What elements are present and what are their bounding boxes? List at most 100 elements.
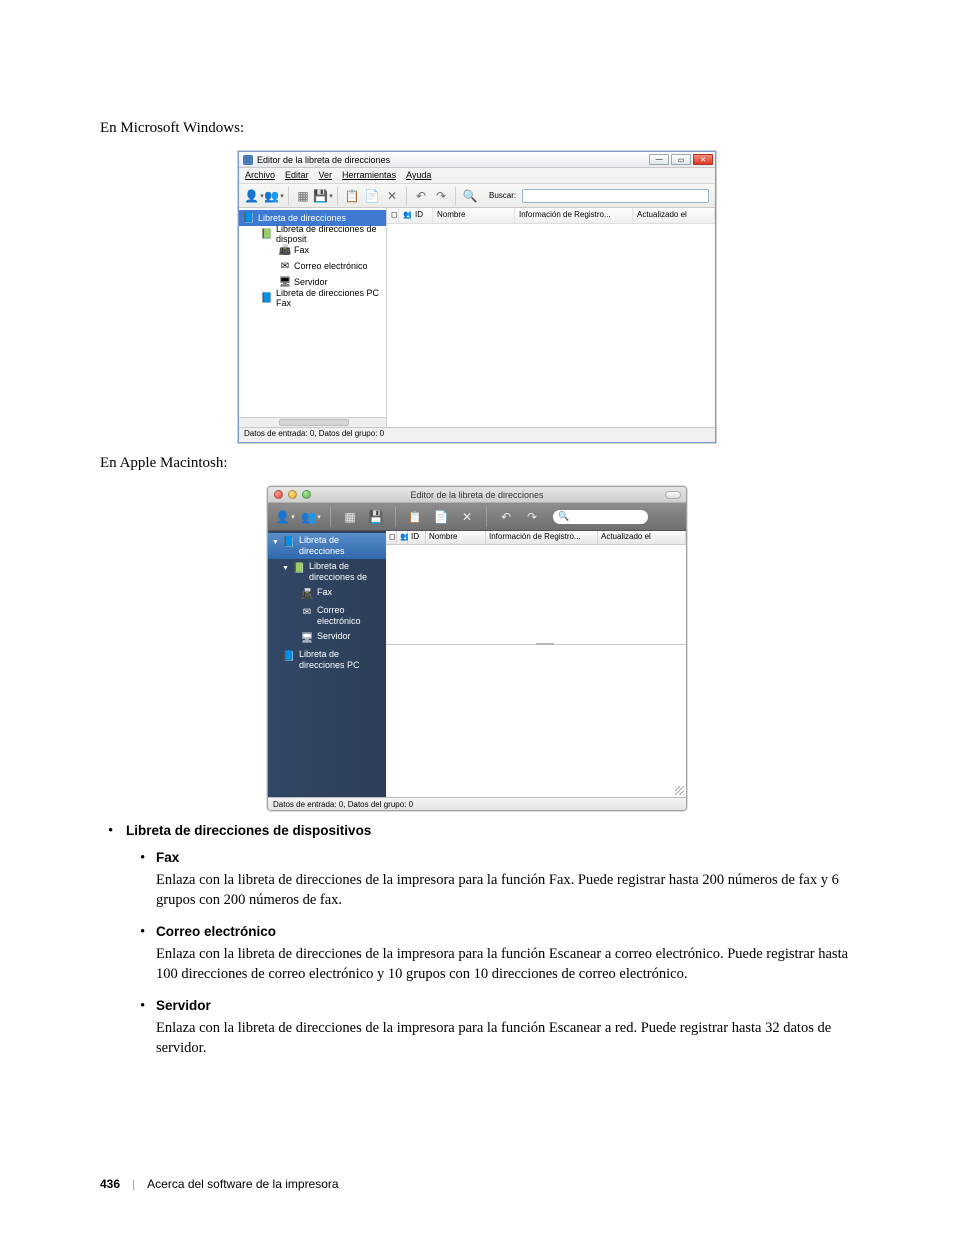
col-group-icon[interactable]: 👥 [397, 531, 408, 544]
col-id[interactable]: ID [411, 208, 433, 223]
bullet-heading-device: Libreta de direcciones de dispositivos [126, 823, 371, 838]
find-icon[interactable]: 🔍 [461, 187, 479, 205]
undo-icon[interactable]: ↶ [495, 507, 517, 527]
menu-ver[interactable]: Ver [319, 170, 333, 181]
new-group-icon[interactable]: 👥 [265, 187, 283, 205]
intro-mac: En Apple Macintosh: [100, 455, 854, 472]
tree-root[interactable]: ▼ 📘 Libreta de direcciones [268, 533, 386, 559]
footer-separator: | [132, 1177, 135, 1191]
edit-icon[interactable]: ▦ [294, 187, 312, 205]
paste-icon[interactable]: 📄 [363, 187, 381, 205]
col-info[interactable]: Información de Registro... [515, 208, 633, 223]
tree-server[interactable]: 🖥 Servidor [268, 629, 386, 647]
minimize-button[interactable] [288, 490, 297, 499]
menu-archivo[interactable]: Archivo [245, 170, 275, 181]
col-info[interactable]: Información de Registro... [486, 531, 598, 544]
tree-pcfax-label: Libreta de direcciones PC [299, 649, 386, 671]
redo-icon[interactable]: ↷ [432, 187, 450, 205]
tree-email-label: Correo electrónico [317, 605, 386, 627]
menu-herramientas[interactable]: Herramientas [342, 170, 396, 181]
disclosure-triangle-icon[interactable]: ▼ [282, 563, 289, 574]
search-input[interactable]: 🔍 [553, 510, 648, 524]
tree-root-label: Libreta de direcciones [258, 213, 346, 223]
server-icon: 🖥 [279, 276, 291, 288]
col-upd[interactable]: Actualizado el [633, 208, 715, 223]
email-icon: ✉ [300, 605, 314, 619]
fax-icon: 📠 [279, 244, 291, 256]
tree-email-label: Correo electrónico [294, 261, 368, 271]
tree-device-label: Libreta de direcciones de disposit [276, 224, 386, 244]
tree-device-label: Libreta de direcciones de [309, 561, 386, 583]
search-icon: 🔍 [558, 511, 569, 522]
col-nombre[interactable]: Nombre [433, 208, 515, 223]
bullet-text-fax: Enlaza con la libreta de direcciones de … [156, 871, 854, 910]
tree-scrollbar[interactable] [239, 417, 386, 427]
menu-editar[interactable]: Editar [285, 170, 309, 181]
tree-fax[interactable]: 📠 Fax [268, 585, 386, 603]
tree-email[interactable]: ✉ Correo electrónico [239, 258, 386, 274]
copy-icon[interactable]: 📋 [404, 507, 426, 527]
search-input[interactable] [522, 189, 709, 203]
bullet-heading-fax: Fax [156, 850, 854, 865]
list-header: ◻ 👥 ID Nombre Información de Registro...… [386, 531, 686, 545]
bullet-heading-email: Correo electrónico [156, 924, 854, 939]
tree-pcfax-label: Libreta de direcciones PC Fax [276, 288, 386, 308]
col-entry-icon[interactable]: ◻ [387, 208, 399, 223]
col-id[interactable]: ID [408, 531, 426, 544]
undo-icon[interactable]: ↶ [412, 187, 430, 205]
tree-device[interactable]: ▼ 📗 Libreta de direcciones de [268, 559, 386, 585]
pcfax-icon: 📘 [282, 649, 296, 663]
book-icon: 📘 [243, 212, 255, 224]
col-nombre[interactable]: Nombre [426, 531, 486, 544]
col-upd[interactable]: Actualizado el [598, 531, 686, 544]
minimize-button[interactable]: — [649, 154, 669, 165]
save-icon[interactable]: 💾 [314, 187, 332, 205]
screenshot-mac: Editor de la libreta de direcciones 👤 👥 … [100, 486, 854, 811]
delete-icon[interactable]: ✕ [383, 187, 401, 205]
tree-pcfax[interactable]: 📘 Libreta de direcciones PC [268, 647, 386, 673]
paste-icon[interactable]: 📄 [430, 507, 452, 527]
search-label: Buscar: [489, 191, 516, 200]
server-icon: 🖥 [300, 631, 314, 645]
copy-icon[interactable]: 📋 [343, 187, 361, 205]
menu-ayuda[interactable]: Ayuda [406, 170, 431, 181]
toolbar: 👤 👥 ▦ 💾 📋 📄 ✕ ↶ ↷ 🔍 Buscar: [239, 184, 715, 208]
close-button[interactable]: ✕ [693, 154, 713, 165]
tree-server-label: Servidor [317, 631, 351, 642]
device-icon: 📗 [292, 561, 306, 575]
maximize-button[interactable]: ▭ [671, 154, 691, 165]
delete-icon[interactable]: ✕ [456, 507, 478, 527]
toolbar: 👤 👥 ▦ 💾 📋 📄 ✕ ↶ ↷ 🔍 [268, 503, 686, 531]
list-lower-pane [386, 645, 686, 797]
bullet-heading-server: Servidor [156, 998, 854, 1013]
zoom-button[interactable] [302, 490, 311, 499]
col-group-icon[interactable]: 👥 [399, 208, 411, 223]
bullet-text-server: Enlaza con la libreta de direcciones de … [156, 1019, 854, 1058]
col-entry-icon[interactable]: ◻ [386, 531, 397, 544]
new-contact-icon[interactable]: 👤 [274, 507, 296, 527]
redo-icon[interactable]: ↷ [521, 507, 543, 527]
tree-pcfax[interactable]: 📘 Libreta de direcciones PC Fax [239, 290, 386, 306]
menubar: Archivo Editar Ver Herramientas Ayuda [239, 168, 715, 184]
resize-grip-icon[interactable] [675, 786, 684, 795]
edit-icon[interactable]: ▦ [339, 507, 361, 527]
app-icon [243, 155, 253, 165]
disclosure-triangle-icon[interactable]: ▼ [272, 537, 279, 548]
tree-fax[interactable]: 📠 Fax [239, 242, 386, 258]
new-group-icon[interactable]: 👥 [300, 507, 322, 527]
new-contact-icon[interactable]: 👤 [245, 187, 263, 205]
footer-section: Acerca del software de la impresora [147, 1177, 338, 1191]
close-button[interactable] [274, 490, 283, 499]
save-icon[interactable]: 💾 [365, 507, 387, 527]
window-title: Editor de la libreta de direcciones [410, 490, 543, 500]
status-bar: Datos de entrada: 0, Datos del grupo: 0 [239, 427, 715, 441]
book-icon: 📘 [282, 535, 296, 549]
tree-panel: 📘 Libreta de direcciones 📗 Libreta de di… [239, 208, 387, 427]
tree-device[interactable]: 📗 Libreta de direcciones de disposit [239, 226, 386, 242]
tree-email[interactable]: ✉ Correo electrónico [268, 603, 386, 629]
page-footer: 436 | Acerca del software de la impresor… [100, 1177, 339, 1191]
toolbar-toggle-button[interactable] [665, 491, 681, 499]
pcfax-icon: 📘 [261, 292, 273, 304]
fax-icon: 📠 [300, 587, 314, 601]
page-number: 436 [100, 1177, 120, 1191]
